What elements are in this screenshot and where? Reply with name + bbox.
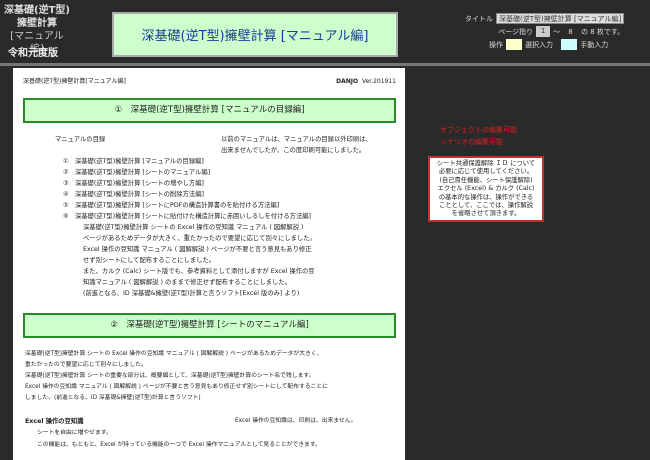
divider (0, 63, 650, 66)
edit-notes: オブジェクトの編集可能 シナリオの編集可能 (440, 124, 517, 148)
tips-note: Excel 操作の豆知識は、印刷は、出来ません。 (235, 418, 357, 424)
note-line: エクセル (Excel) & カルク (Calc) (437, 185, 535, 193)
toc-item[interactable]: ④ 深基礎(逆T型)擁壁計算 [シートの削除方法編] (63, 189, 204, 200)
note-line: を省略させて頂きます。 (451, 210, 521, 218)
page-suffix: の 8 枚です。 (581, 27, 625, 36)
tips-title: Excel 操作の豆知識 (25, 418, 84, 425)
paragraph-line: 深基礎(逆T型)擁壁計算 シートの Excel 操作の豆知識 マニュアル ( 図… (25, 351, 323, 357)
era-label: 令和元度版 (8, 48, 58, 59)
control-panel: タイトル 深基礎(逆T型)擁壁計算 [マニュアル編] ページ指り 1 ～ 8 の 8 … (465, 12, 625, 51)
title-banner: 深基礎(逆T型)擁壁計算 [マニュアル編] (112, 12, 398, 57)
page-header-title: 深基礎(逆T型)擁壁計算[マニュアル編] (23, 78, 126, 85)
document-page: 深基礎(逆T型)擁壁計算[マニュアル編] DANJO Ver.201911 ① 深… (13, 68, 406, 460)
tips-line: この機能は、もともと、Excel が持っている機能の一つで Excel 操作マニ… (37, 442, 321, 448)
app-title-line: 深基礎(逆T型) (4, 5, 70, 16)
page-from-input[interactable]: 1 (536, 26, 551, 37)
toc-item[interactable]: ① 深基礎(逆T型)擁壁計算 [マニュアルの目録編] (63, 156, 204, 167)
paragraph-line: 知識マニュアル ( 図解解説 ) のままで修正せず配布することにしました。 (83, 279, 291, 286)
section-heading-1: ① 深基礎(逆T型)擁壁計算 [マニュアルの目録編] (23, 98, 396, 123)
scenario-edit-note: シナリオの編集可能 (440, 138, 503, 146)
object-edit-note: オブジェクトの編集可能 (440, 126, 517, 134)
page-label: ページ指り (498, 27, 534, 36)
protection-note-box: シート共通保護解除 ＩＤ について 必要に応じて使用してください。 (自己責任機… (428, 156, 544, 222)
paragraph-line: 深基礎(逆T型)擁壁計算 シートの重要な部分は、概要編として、深基礎(逆T型)擁… (25, 373, 315, 379)
paragraph-line: 深基礎(逆T型)擁壁計算 シートの Excel 操作の豆知識 マニュアル ( 図… (83, 224, 304, 231)
version: Ver.201911 (361, 78, 396, 85)
manual-swatch (561, 39, 578, 50)
app-title-line: 擁壁計算 (17, 18, 57, 29)
toc-label: マニュアルの目録 (55, 136, 106, 143)
paragraph-line: せず別シートにして配布することにしました。 (83, 257, 216, 264)
legend-select: 選択入力 (525, 40, 553, 49)
paragraph-line: しました。(前進となる、ID 深基礎&擁壁(逆T型)計算と言うソフト) (25, 395, 201, 401)
note-line: 以前のマニュアルは、マニュアルの目録以外印刷は、 (221, 136, 372, 143)
legend-manual: 手動入力 (580, 40, 609, 49)
paragraph-line: ページがあるためデータが大きく、重たかったので要望に応じて別々にしました。 (83, 235, 316, 242)
brand: DANJO (336, 78, 359, 85)
toc-item[interactable]: ③ 深基礎(逆T型)擁壁計算 [シートの増やし方編] (63, 178, 204, 189)
paragraph-line: 重たかったので要望に応じて別々にしました。 (25, 362, 147, 368)
note-line: の基本的な操作は、操作ができる (438, 193, 534, 201)
select-swatch (506, 39, 522, 50)
paragraph-line: また、カルク (Calc) シート版でも、参考資料として添付しますが Excel… (83, 268, 315, 275)
toc-item[interactable]: ⑤ 深基礎(逆T型)擁壁計算 [シートにPDFの構造計算書のを貼付ける方法編] (63, 200, 279, 211)
note-line: 出来ませんでしたが、この度印刷可能にしました。 (221, 147, 366, 154)
page-to: 8 (568, 27, 573, 36)
toc-item[interactable]: ② 深基礎(逆T型)擁壁計算 [シートのマニュアル編] (63, 167, 210, 178)
paragraph-line: Excel 操作の豆知識 マニュアル ( 図解解説 ) ページが不要と言う意見も… (25, 384, 328, 390)
paragraph-line: (前進となる、ID 深基礎&擁壁(逆T型)計算と言うソフト[Excel 版のみ]… (83, 290, 300, 297)
section-heading-2: ② 深基礎(逆T型)擁壁計算 [シートのマニュアル編] (23, 313, 396, 338)
scrollbar[interactable] (405, 68, 419, 460)
title-label: タイトル (465, 14, 493, 23)
tips-line: シートを自由に増やせます。 (37, 430, 112, 436)
note-line: (自己責任機能、シート保護解除) (439, 176, 533, 184)
legend-label: 操作 (489, 40, 503, 49)
title-input[interactable]: 深基礎(逆T型)擁壁計算 [マニュアル編] (496, 13, 625, 24)
tilde: ～ (553, 27, 561, 36)
toc-item[interactable]: ⑥ 深基礎(逆T型)擁壁計算 [シートに貼付けた構造計算に赤囲いしるしを付ける方… (63, 211, 311, 222)
note-line: 必要に応じて使用してください。 (438, 168, 534, 176)
paragraph-line: Excel 操作の豆知識 マニュアル ( 図解解説 ) ページが不要と言う意見も… (83, 246, 312, 253)
